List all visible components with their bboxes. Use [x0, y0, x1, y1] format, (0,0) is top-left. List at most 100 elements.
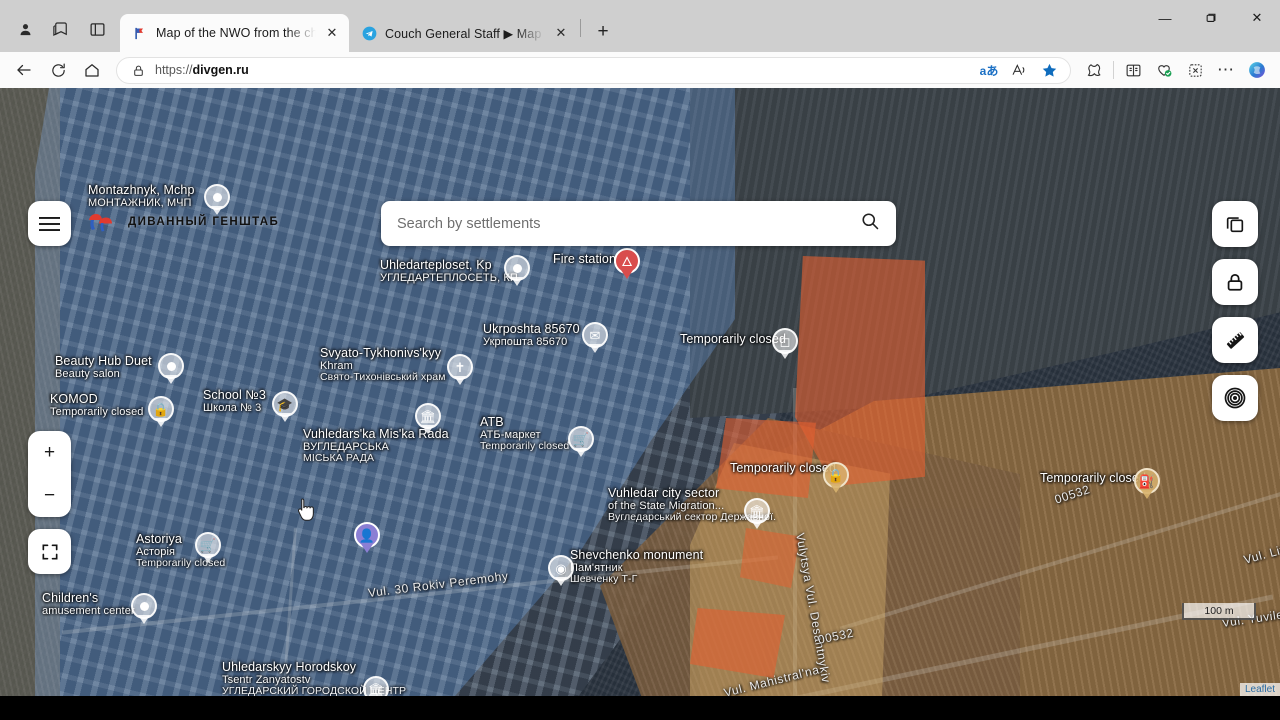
- browser-essentials-icon[interactable]: [1118, 55, 1148, 85]
- map-pin-shevchenko[interactable]: ◉: [548, 555, 574, 589]
- logo-mark-icon: [85, 209, 121, 235]
- zoom-in-button[interactable]: +: [28, 431, 71, 474]
- screen: Map of the NWO from the chann ✕ Couch Ge…: [0, 0, 1280, 720]
- telegram-icon: [361, 25, 378, 42]
- performance-icon[interactable]: [1149, 55, 1179, 85]
- favorite-star-icon[interactable]: [1038, 59, 1060, 81]
- tab-1[interactable]: Couch General Staff ▶ Map of th ✕: [349, 14, 578, 52]
- pin-body: 🔒: [823, 462, 849, 488]
- pin-body: ⛽: [1134, 468, 1160, 494]
- map-pin-temp-closed-3[interactable]: ⛽: [1134, 468, 1160, 502]
- fullscreen-icon: [42, 544, 58, 559]
- screen-bottom-bar: [0, 696, 1280, 720]
- map-pin-temp-closed-2[interactable]: 🔒: [823, 462, 849, 496]
- pin-dot: [166, 361, 176, 371]
- scale-bar: 100 m: [1182, 603, 1256, 620]
- pin-glyph: ⛽: [1138, 473, 1156, 489]
- menu-button[interactable]: [28, 201, 71, 246]
- orange-control-overlay-1: [795, 256, 925, 486]
- tab-close-button[interactable]: ✕: [552, 24, 570, 42]
- tab-title: Map of the NWO from the chann: [156, 26, 316, 40]
- fullscreen-button[interactable]: [28, 529, 71, 574]
- map-pin-children[interactable]: [131, 593, 157, 627]
- pin-glyph: ◉: [555, 560, 567, 576]
- copy-layers-icon[interactable]: [1212, 201, 1258, 247]
- browser-chrome: Map of the NWO from the chann ✕ Couch Ge…: [0, 0, 1280, 88]
- pin-dot: [139, 601, 149, 611]
- minimize-button[interactable]: —: [1142, 0, 1188, 36]
- map-pin-svyato-khram[interactable]: ✝: [447, 354, 473, 388]
- map-canvas[interactable]: Montazhnyk, Mchp МОНТАЖНИК, МЧП Uhledartep…: [0, 88, 1280, 696]
- pin-body: ◉: [548, 555, 574, 581]
- new-tab-button[interactable]: +: [588, 17, 618, 47]
- map-pin-migration[interactable]: 🏛: [744, 498, 770, 532]
- pin-dot: [212, 192, 222, 202]
- pin-glyph: 🛒: [199, 537, 217, 553]
- zoom-out-button[interactable]: −: [28, 474, 71, 517]
- window-controls: — ✕: [1142, 0, 1280, 36]
- reload-button[interactable]: [42, 55, 74, 85]
- search-input[interactable]: Search by settlements: [381, 201, 896, 246]
- translate-icon[interactable]: aあ: [978, 59, 1000, 81]
- more-icon[interactable]: ⋯: [1211, 55, 1241, 85]
- copilot-icon[interactable]: [1242, 55, 1272, 85]
- address-bar[interactable]: https://divgen.ru aあ: [116, 56, 1071, 84]
- pin-body: 🏛: [363, 676, 389, 696]
- titlebar-icon-group: [0, 14, 120, 52]
- pin-glyph: 🜂: [621, 253, 633, 269]
- pin-glyph: 🔒: [152, 401, 170, 417]
- map-pin-astoriya[interactable]: 🛒: [195, 532, 221, 566]
- lock-icon[interactable]: [1212, 259, 1258, 305]
- pin-body: [504, 255, 530, 281]
- profile-icon[interactable]: [8, 14, 42, 44]
- tab-close-button[interactable]: ✕: [323, 24, 341, 42]
- home-button[interactable]: [76, 55, 108, 85]
- map-pin-komod[interactable]: 🔒: [148, 396, 174, 430]
- maximize-button[interactable]: [1188, 0, 1234, 36]
- collections-icon[interactable]: [44, 14, 78, 44]
- pin-body: ✉: [582, 322, 608, 348]
- pin-body: 🎓: [272, 391, 298, 417]
- extensions-icon[interactable]: [1180, 55, 1210, 85]
- pin-body: [204, 184, 230, 210]
- pin-body: ✝: [447, 354, 473, 380]
- read-aloud-icon[interactable]: [1008, 59, 1030, 81]
- map-pin-gorodskoy[interactable]: 🏛: [363, 676, 389, 696]
- mouse-cursor: [295, 496, 317, 524]
- site-logo[interactable]: ДИВАННЫЙ ГЕНШТАБ: [85, 209, 279, 235]
- search-icon[interactable]: [860, 211, 880, 236]
- map-pin-uhledarteploset[interactable]: [504, 255, 530, 289]
- pin-glyph: 🏛: [748, 503, 766, 519]
- radar-icon[interactable]: [1212, 375, 1258, 421]
- toolbar-actions: ⋯: [1079, 55, 1272, 85]
- pin-glyph: 🛒: [572, 431, 590, 447]
- map-pin-city-rada[interactable]: 🏛: [415, 403, 441, 437]
- tab-title: Couch General Staff ▶ Map of th: [385, 26, 545, 41]
- map-pin-fire-station[interactable]: 🜂: [614, 248, 640, 282]
- browser-navbar: https://divgen.ru aあ ⋯: [0, 52, 1280, 88]
- close-window-button[interactable]: ✕: [1234, 0, 1280, 36]
- pin-glyph: 🎓: [276, 396, 294, 412]
- map-pin-purple-pin[interactable]: 👤: [354, 522, 380, 556]
- map-pin-ukrposhta[interactable]: ✉: [582, 322, 608, 356]
- back-button[interactable]: [8, 55, 40, 85]
- map-pin-temp-closed-1[interactable]: ◻: [772, 328, 798, 362]
- flag-icon: [132, 25, 149, 42]
- search-placeholder: Search by settlements: [397, 215, 541, 232]
- split-screen-icon[interactable]: [80, 14, 114, 44]
- omnibox-actions: aあ: [978, 59, 1064, 81]
- tab-0[interactable]: Map of the NWO from the chann ✕: [120, 14, 349, 52]
- pin-body: 🏛: [744, 498, 770, 524]
- copilot-split-icon[interactable]: [1079, 55, 1109, 85]
- browser-titlebar: Map of the NWO from the chann ✕ Couch Ge…: [0, 0, 1280, 52]
- tab-divider: [580, 19, 581, 37]
- pin-glyph: 🔒: [827, 467, 845, 483]
- map-pin-atb[interactable]: 🛒: [568, 426, 594, 460]
- orange-control-overlay-2: [716, 418, 816, 498]
- pin-body: 🏛: [415, 403, 441, 429]
- map-pin-beauty-hub[interactable]: [158, 353, 184, 387]
- map-pin-school-3[interactable]: 🎓: [272, 391, 298, 425]
- leaflet-attribution[interactable]: Leaflet: [1239, 683, 1280, 696]
- address-text: https://divgen.ru: [155, 63, 249, 77]
- ruler-icon[interactable]: [1212, 317, 1258, 363]
